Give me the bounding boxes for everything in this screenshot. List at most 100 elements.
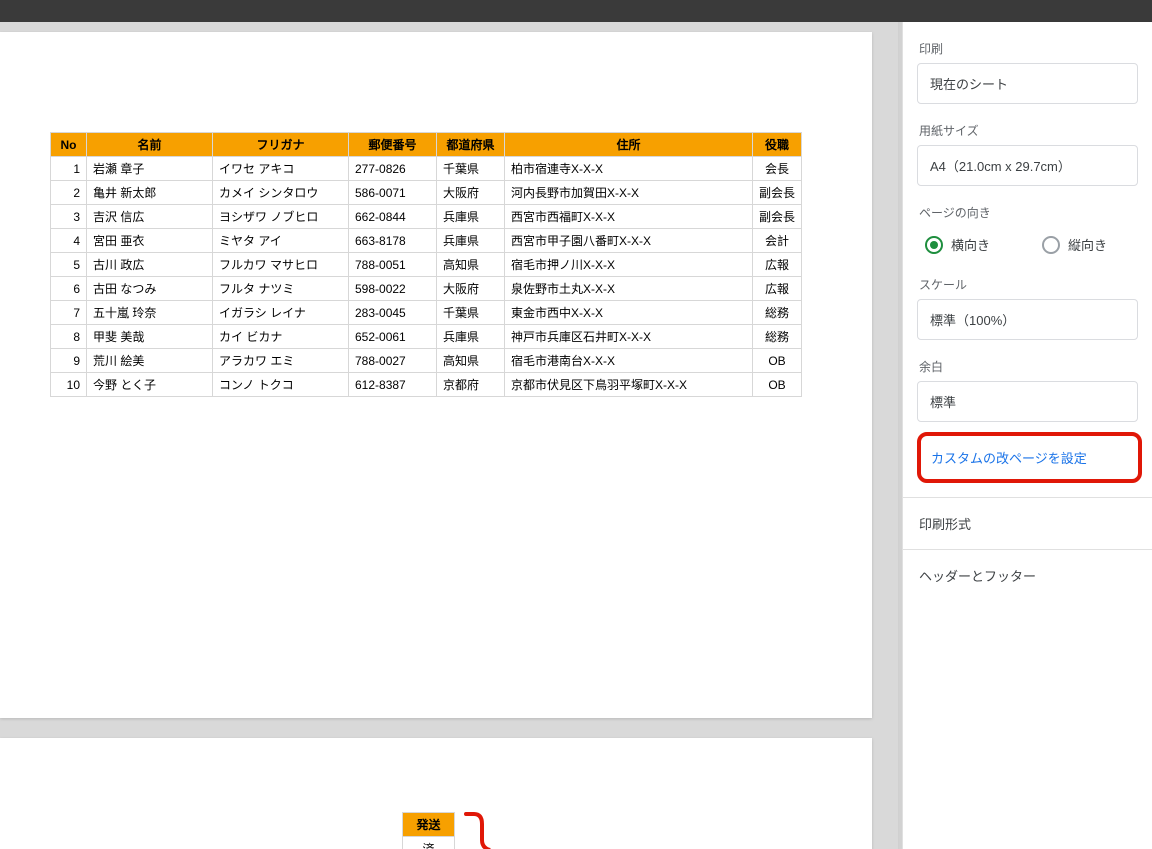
cell-kana: フルタ ナツミ [213,277,349,301]
cell-no: 3 [51,205,87,229]
cell-name: 荒川 絵美 [87,349,213,373]
cell-addr: 西宮市西福町X-X-X [505,205,753,229]
radio-landscape-label: 横向き [951,235,990,254]
cell-no: 1 [51,157,87,181]
section-header-footer[interactable]: ヘッダーとフッター [903,549,1152,601]
cell-addr: 神戸市兵庫区石井町X-X-X [505,325,753,349]
cell-no: 4 [51,229,87,253]
cell-name: 岩瀬 章子 [87,157,213,181]
th-addr: 住所 [505,133,753,157]
label-print: 印刷 [903,22,1152,63]
cell-pref: 兵庫県 [437,205,505,229]
table-row: 6古田 なつみフルタ ナツミ598-0022大阪府泉佐野市土丸X-X-X広報 [51,277,802,301]
table-row: 2亀井 新太郎カメイ シンタロウ586-0071大阪府河内長野市加賀田X-X-X… [51,181,802,205]
cell-role: OB [753,373,802,397]
cell-addr: 西宮市甲子園八番町X-X-X [505,229,753,253]
cell-pref: 千葉県 [437,301,505,325]
label-paper-size: 用紙サイズ [903,104,1152,145]
cell-name: 五十嵐 玲奈 [87,301,213,325]
members-table: No 名前 フリガナ 郵便番号 都道府県 住所 役職 1岩瀬 章子イワセ アキコ… [50,132,802,397]
cell-kana: カイ ビカナ [213,325,349,349]
cell-pref: 千葉県 [437,157,505,181]
cell-no: 7 [51,301,87,325]
radio-portrait-label: 縦向き [1068,235,1107,254]
cell-no: 5 [51,253,87,277]
table-row: 済 [403,837,455,849]
cell-kana: コンノ トクコ [213,373,349,397]
select-margins[interactable]: 標準 [917,381,1138,422]
cell-kana: イワセ アキコ [213,157,349,181]
cell-kana: ヨシザワ ノブヒロ [213,205,349,229]
cell-no: 10 [51,373,87,397]
table-row: 8甲斐 美哉カイ ビカナ652-0061兵庫県神戸市兵庫区石井町X-X-X総務 [51,325,802,349]
cell-kana: フルカワ マサヒロ [213,253,349,277]
cell-role: 総務 [753,325,802,349]
cell-name: 古川 政広 [87,253,213,277]
cell-addr: 泉佐野市土丸X-X-X [505,277,753,301]
cell-role: 広報 [753,253,802,277]
label-scale: スケール [903,258,1152,299]
cell-zip: 612-8387 [349,373,437,397]
cell-role: 副会長 [753,205,802,229]
print-preview-area: No 名前 フリガナ 郵便番号 都道府県 住所 役職 1岩瀬 章子イワセ アキコ… [0,22,902,849]
select-print-target[interactable]: 現在のシート [917,63,1138,104]
cell-zip: 598-0022 [349,277,437,301]
cell-name: 古田 なつみ [87,277,213,301]
section-print-format[interactable]: 印刷形式 [903,497,1152,549]
table-row: 10今野 とく子コンノ トクコ612-8387京都府京都市伏見区下鳥羽平塚町X-… [51,373,802,397]
cell-name: 甲斐 美哉 [87,325,213,349]
table-row: 7五十嵐 玲奈イガラシ レイナ283-0045千葉県東金市西中X-X-X総務 [51,301,802,325]
cell-zip: 277-0826 [349,157,437,181]
label-orientation: ページの向き [903,186,1152,227]
table-row: 9荒川 絵美アラカワ エミ788-0027高知県宿毛市港南台X-X-XOB [51,349,802,373]
cell-zip: 662-0844 [349,205,437,229]
preview-page-2: 発送 済 済 [0,738,872,849]
link-custom-pagebreak[interactable]: カスタムの改ページを設定 [917,432,1142,483]
cell-zip: 652-0061 [349,325,437,349]
cell-no: 8 [51,325,87,349]
cell-addr: 宿毛市押ノ川X-X-X [505,253,753,277]
cell-zip: 788-0051 [349,253,437,277]
table-row: 1岩瀬 章子イワセ アキコ277-0826千葉県柏市宿連寺X-X-X会長 [51,157,802,181]
cell-pref: 高知県 [437,253,505,277]
preview-page-1: No 名前 フリガナ 郵便番号 都道府県 住所 役職 1岩瀬 章子イワセ アキコ… [0,32,872,718]
print-settings-panel: 印刷 現在のシート 用紙サイズ A4（21.0cm x 29.7cm） ページの… [902,22,1152,849]
cell-name: 亀井 新太郎 [87,181,213,205]
th-pref: 都道府県 [437,133,505,157]
cell-pref: 京都府 [437,373,505,397]
cell-zip: 586-0071 [349,181,437,205]
table-row: 3吉沢 信広ヨシザワ ノブヒロ662-0844兵庫県西宮市西福町X-X-X副会長 [51,205,802,229]
cell-role: 副会長 [753,181,802,205]
select-scale[interactable]: 標準（100%） [917,299,1138,340]
th-role: 役職 [753,133,802,157]
cell-name: 吉沢 信広 [87,205,213,229]
cell-pref: 大阪府 [437,277,505,301]
cell-role: OB [753,349,802,373]
radio-checked-icon [925,236,943,254]
cell-kana: イガラシ レイナ [213,301,349,325]
cell-name: 宮田 亜衣 [87,229,213,253]
label-margins: 余白 [903,340,1152,381]
cell-shipping: 済 [403,837,455,849]
table-row: 4宮田 亜衣ミヤタ アイ663-8178兵庫県西宮市甲子園八番町X-X-X会計 [51,229,802,253]
radio-portrait[interactable]: 縦向き [1042,235,1107,254]
orientation-radios: 横向き 縦向き [903,227,1152,258]
th-kana: フリガナ [213,133,349,157]
radio-unchecked-icon [1042,236,1060,254]
cell-addr: 京都市伏見区下鳥羽平塚町X-X-X [505,373,753,397]
table-header-row: No 名前 フリガナ 郵便番号 都道府県 住所 役職 [51,133,802,157]
cell-addr: 東金市西中X-X-X [505,301,753,325]
radio-landscape[interactable]: 横向き [925,235,990,254]
cell-pref: 兵庫県 [437,325,505,349]
cell-kana: カメイ シンタロウ [213,181,349,205]
cell-pref: 兵庫県 [437,229,505,253]
cell-kana: アラカワ エミ [213,349,349,373]
cell-kana: ミヤタ アイ [213,229,349,253]
select-paper-size[interactable]: A4（21.0cm x 29.7cm） [917,145,1138,186]
cell-no: 6 [51,277,87,301]
cell-role: 会長 [753,157,802,181]
cell-pref: 高知県 [437,349,505,373]
cell-name: 今野 とく子 [87,373,213,397]
th-shipping: 発送 [403,813,455,837]
annotation-bracket-icon [460,810,496,849]
